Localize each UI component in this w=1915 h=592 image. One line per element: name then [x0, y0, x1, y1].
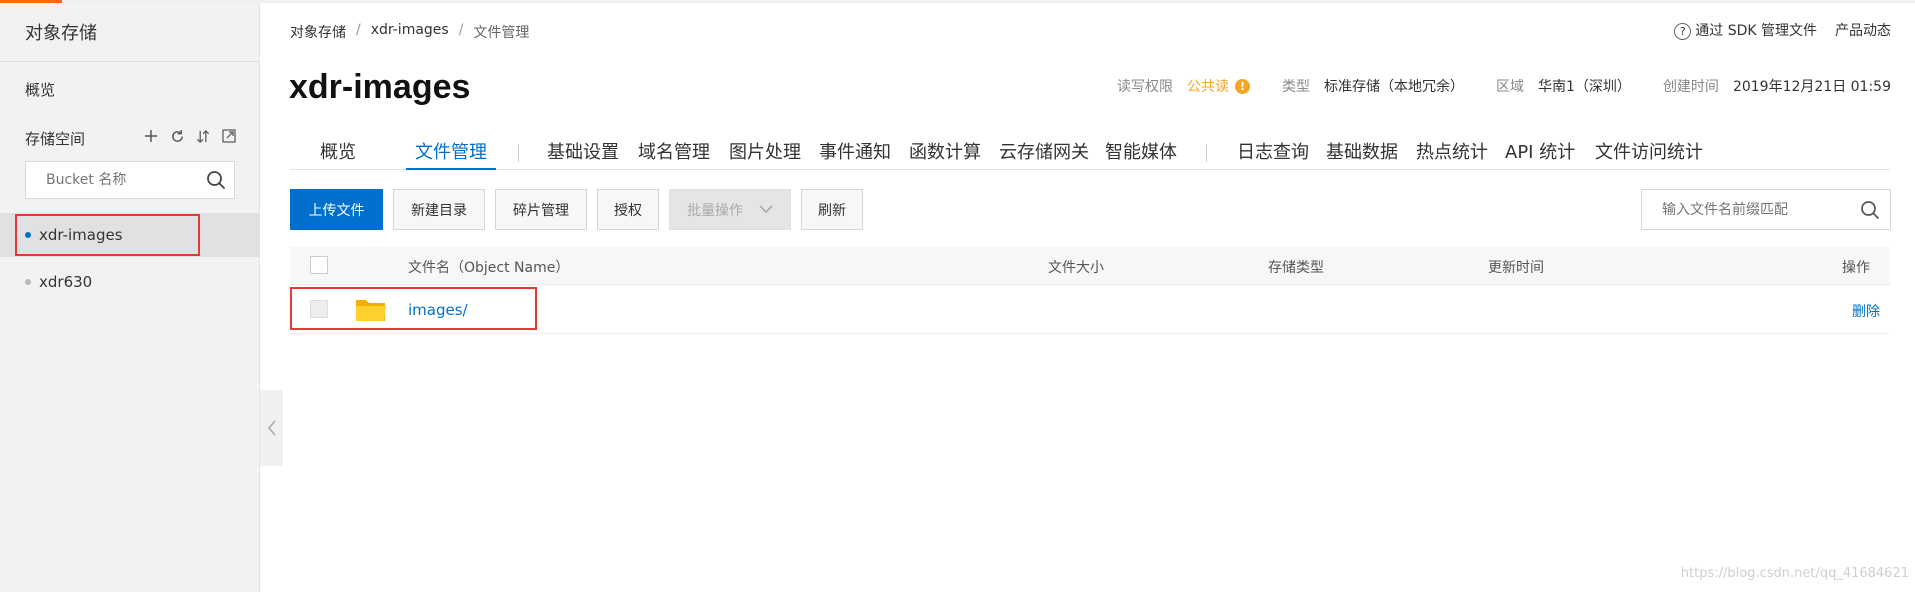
sort-icon[interactable]	[194, 127, 212, 145]
tab-bar: 概览 文件管理 基础设置 域名管理 图片处理 事件通知 函数计算 云存储网关 智…	[290, 138, 1890, 170]
bucket-search-input[interactable]	[36, 168, 196, 192]
tab-divider	[518, 144, 519, 162]
delete-link[interactable]: 删除	[1852, 301, 1880, 321]
tab-file-management[interactable]: 文件管理	[406, 138, 496, 170]
created-value: 2019年12月21日 01:59	[1732, 79, 1891, 95]
sidebar: 对象存储 概览 存储空间 xdr-images xdr630	[0, 3, 260, 592]
tab-basic-settings[interactable]: 基础设置	[547, 138, 619, 170]
column-header-storage-type: 存储类型	[1268, 260, 1324, 276]
tab-overview[interactable]: 概览	[320, 138, 356, 170]
bucket-item[interactable]: xdr630	[0, 260, 260, 304]
sdk-link[interactable]: ? 通过 SDK 管理文件	[1674, 20, 1817, 40]
column-header-actions: 操作	[1842, 260, 1870, 276]
breadcrumb-current: 文件管理	[473, 25, 530, 41]
highlight-box	[15, 214, 200, 256]
file-prefix-search-input[interactable]	[1654, 199, 1854, 221]
header-links: ? 通过 SDK 管理文件 产品动态	[1674, 20, 1891, 40]
select-all-checkbox[interactable]	[310, 256, 328, 274]
watermark: https://blog.csdn.net/qq_41684621	[1680, 566, 1909, 581]
upload-file-button[interactable]: 上传文件	[290, 189, 383, 230]
chevron-down-icon	[759, 203, 773, 217]
sidebar-item-overview[interactable]: 概览	[25, 79, 55, 100]
highlight-box	[290, 287, 537, 330]
fragment-management-button[interactable]: 碎片管理	[495, 189, 587, 230]
breadcrumb-separator: /	[458, 22, 464, 38]
search-icon[interactable]	[206, 170, 226, 194]
tab-storage-gateway[interactable]: 云存储网关	[999, 138, 1089, 170]
external-link-icon[interactable]	[220, 127, 238, 145]
file-search	[1641, 189, 1891, 230]
chevron-left-icon	[267, 420, 276, 436]
table-header: 文件名（Object Name） 文件大小 存储类型 更新时间 操作	[290, 247, 1890, 285]
batch-operation-label: 批量操作	[687, 202, 743, 219]
bucket-search	[25, 161, 235, 199]
meta-label: 区域	[1496, 79, 1525, 95]
meta-label: 读写权限	[1117, 79, 1174, 95]
tab-image-processing[interactable]: 图片处理	[729, 138, 801, 170]
refresh-icon[interactable]	[168, 127, 186, 145]
tab-smart-media[interactable]: 智能媒体	[1105, 138, 1177, 170]
tab-file-access-stats[interactable]: 文件访问统计	[1595, 138, 1703, 170]
breadcrumb-item[interactable]: 对象存储	[290, 22, 346, 42]
refresh-button[interactable]: 刷新	[801, 189, 863, 230]
bucket-name: xdr630	[39, 273, 93, 291]
sdk-link-label: 通过 SDK 管理文件	[1695, 23, 1817, 39]
permission-value: 公共读	[1187, 79, 1230, 95]
product-news-link[interactable]: 产品动态	[1835, 20, 1891, 40]
plus-icon[interactable]	[142, 127, 160, 145]
tab-function-compute[interactable]: 函数计算	[909, 138, 981, 170]
tab-event-notification[interactable]: 事件通知	[819, 138, 891, 170]
column-header-name: 文件名（Object Name）	[408, 260, 570, 276]
storage-space-label: 存储空间	[25, 130, 86, 148]
breadcrumb: 对象存储 / xdr-images / 文件管理	[290, 22, 529, 42]
page-title: xdr-images	[289, 68, 471, 106]
new-directory-button[interactable]: 新建目录	[393, 189, 485, 230]
tab-api-stats[interactable]: API 统计	[1505, 138, 1575, 170]
divider	[0, 61, 260, 62]
search-icon[interactable]	[1860, 200, 1880, 224]
tab-basic-data[interactable]: 基础数据	[1326, 138, 1398, 170]
collapse-sidebar-button[interactable]	[260, 390, 283, 466]
bucket-meta: 读写权限 公共读 ! 类型 标准存储（本地冗余） 区域 华南1（深圳） 创建时间…	[1117, 76, 1891, 96]
sidebar-title: 对象存储	[25, 23, 97, 44]
status-dot	[25, 279, 31, 285]
column-header-size: 文件大小	[1048, 260, 1104, 276]
tab-hotspot-stats[interactable]: 热点统计	[1416, 138, 1488, 170]
type-value: 标准存储（本地冗余）	[1324, 79, 1465, 95]
warning-icon[interactable]: !	[1235, 78, 1251, 94]
help-icon: ?	[1674, 23, 1692, 40]
tab-log-query[interactable]: 日志查询	[1237, 138, 1309, 170]
tab-divider	[1206, 144, 1207, 162]
top-bar	[0, 0, 1915, 3]
region-value: 华南1（深圳）	[1538, 79, 1631, 95]
column-header-updated: 更新时间	[1488, 260, 1544, 276]
breadcrumb-separator: /	[356, 22, 361, 38]
meta-label: 创建时间	[1662, 79, 1719, 95]
tab-domain-management[interactable]: 域名管理	[638, 138, 710, 170]
meta-label: 类型	[1282, 79, 1311, 95]
bucket-toolbar	[142, 127, 238, 145]
batch-operation-button[interactable]: 批量操作	[669, 189, 791, 230]
breadcrumb-item[interactable]: xdr-images	[371, 22, 449, 42]
authorize-button[interactable]: 授权	[597, 189, 659, 230]
